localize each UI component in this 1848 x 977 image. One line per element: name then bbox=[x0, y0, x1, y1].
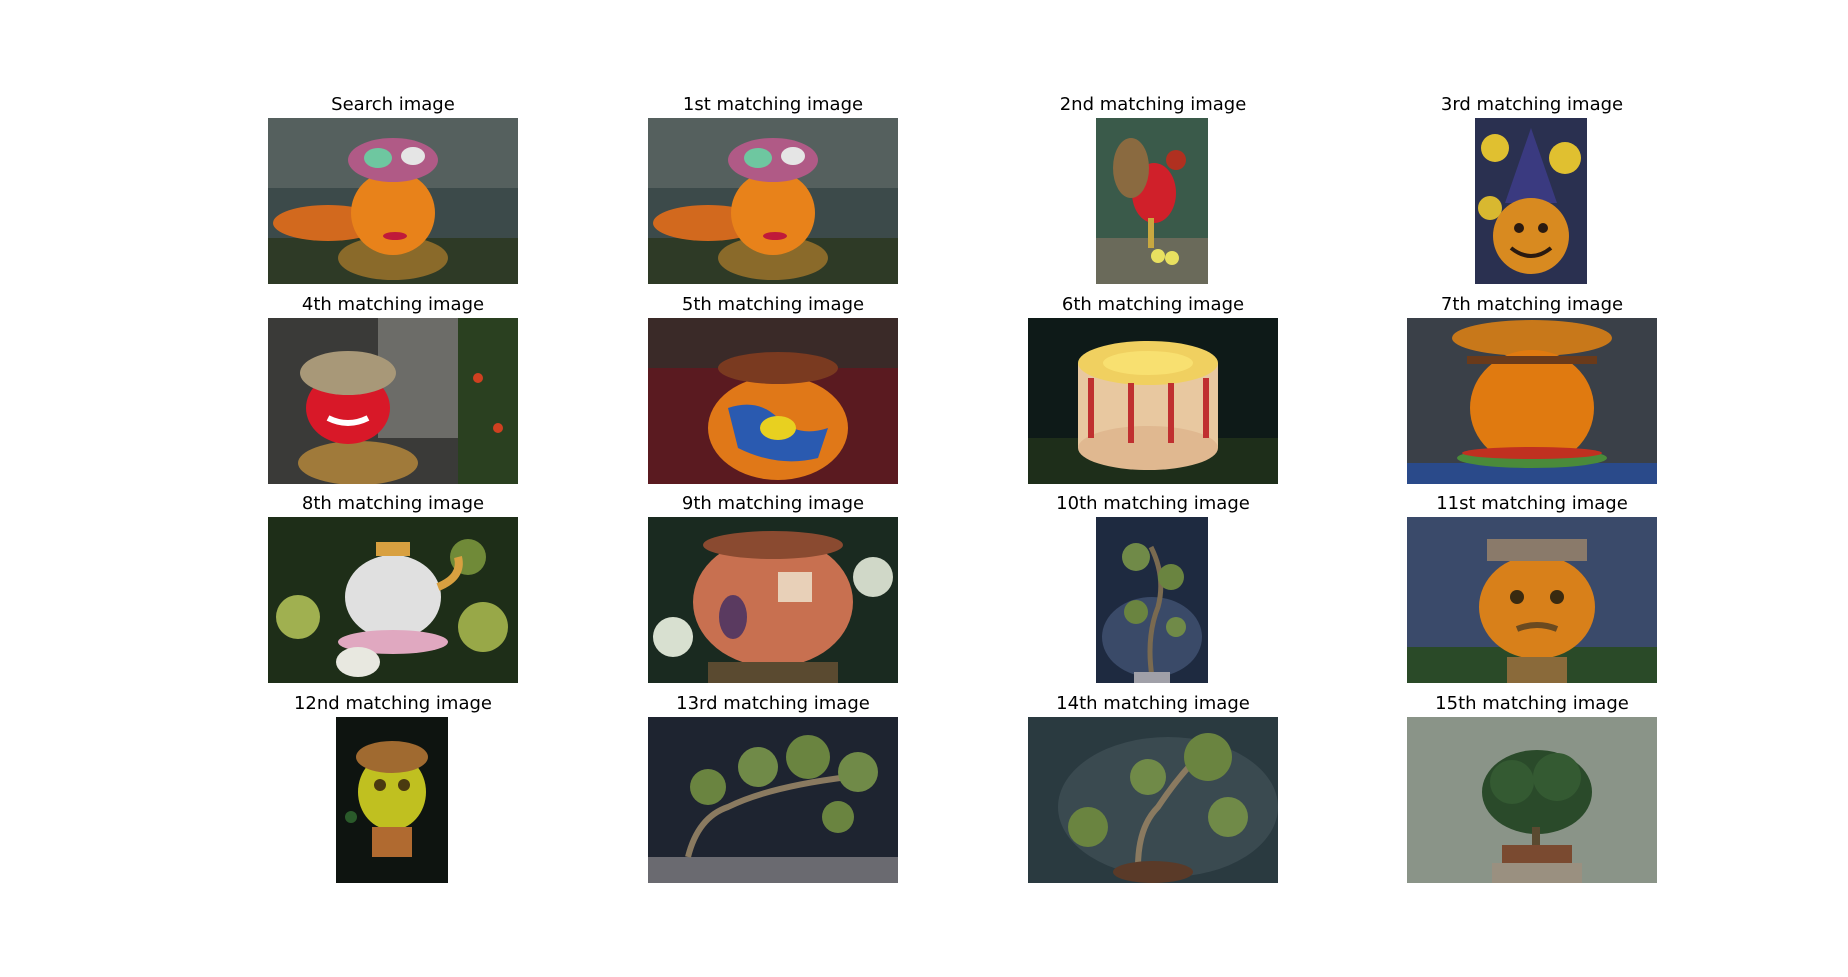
panel-caption: 13rd matching image bbox=[676, 693, 870, 714]
match-image-13 bbox=[648, 717, 898, 883]
match-image-7 bbox=[1407, 318, 1657, 484]
match-image-2 bbox=[1096, 118, 1208, 284]
panel-caption: 14th matching image bbox=[1056, 693, 1250, 714]
panel-caption: 7th matching image bbox=[1440, 294, 1624, 315]
panel-caption: 11st matching image bbox=[1436, 493, 1628, 514]
match-image-15 bbox=[1407, 717, 1657, 883]
search-image bbox=[268, 118, 518, 284]
panel-caption: 12nd matching image bbox=[293, 693, 492, 714]
panel-caption: Search image bbox=[331, 94, 455, 115]
panel-caption: 15th matching image bbox=[1435, 693, 1629, 714]
panel-caption: 9th matching image bbox=[681, 493, 865, 514]
match-image-10 bbox=[1096, 517, 1208, 683]
panel-caption: 2nd matching image bbox=[1059, 94, 1247, 115]
match-image-12 bbox=[336, 717, 448, 883]
match-image-4 bbox=[268, 318, 518, 484]
match-image-3 bbox=[1475, 118, 1587, 284]
match-image-5 bbox=[648, 318, 898, 484]
match-image-8 bbox=[268, 517, 518, 683]
panel-caption: 6th matching image bbox=[1061, 294, 1245, 315]
match-image-1 bbox=[648, 118, 898, 284]
panel-caption: 10th matching image bbox=[1056, 493, 1250, 514]
panel-caption: 5th matching image bbox=[681, 294, 865, 315]
panel-caption: 8th matching image bbox=[301, 493, 485, 514]
match-image-11 bbox=[1407, 517, 1657, 683]
match-image-6 bbox=[1028, 318, 1278, 484]
panel-caption: 3rd matching image bbox=[1440, 94, 1624, 115]
match-image-9 bbox=[648, 517, 898, 683]
panel-caption: 4th matching image bbox=[301, 294, 485, 315]
match-image-14 bbox=[1028, 717, 1278, 883]
panel-caption: 1st matching image bbox=[682, 94, 864, 115]
